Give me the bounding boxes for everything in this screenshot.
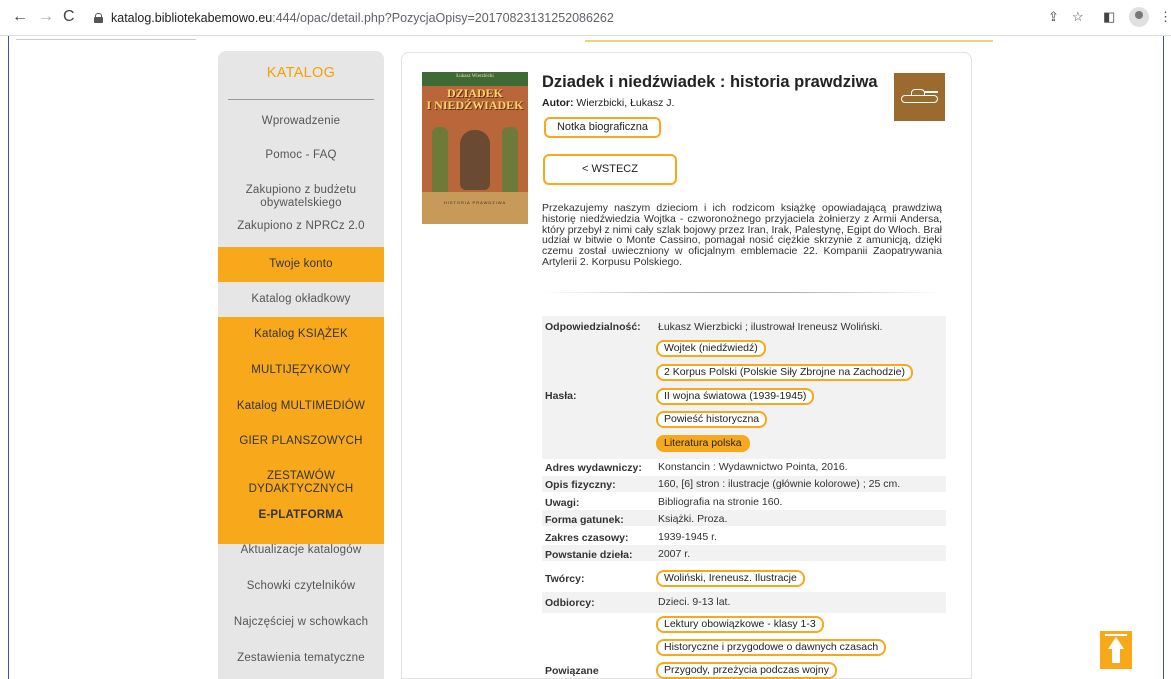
related-tag[interactable]: Przygody, przeżycia podczas wojny: [656, 662, 837, 679]
book-cover-image[interactable]: Łukasz Wierzbicki DZIADEK I NIEDŹWIADEK …: [422, 72, 528, 224]
sidebar-item-budzet[interactable]: Zakupiono z budżetu obywatelskiego: [218, 184, 384, 210]
share-icon[interactable]: ⇪: [1048, 9, 1059, 25]
book-author: Autor: Wierzbicki, Łukasz J.: [542, 97, 674, 109]
back-arrow-icon[interactable]: ←: [12, 9, 28, 25]
row-bg: [542, 592, 946, 613]
publisher-value: Konstancin : Wydawnictwo Pointa, 2016.: [658, 461, 848, 473]
sidebar-item-updates[interactable]: Aktualizacje katalogów: [218, 544, 384, 557]
subject-tag[interactable]: II wojna światowa (1939-1945): [656, 388, 815, 405]
sidebar-item-eplatform[interactable]: E-PLATFORMA: [218, 509, 384, 522]
lock-icon: [94, 12, 103, 23]
notes-value: Bibliografia na stronie 160.: [658, 496, 783, 508]
created-value: 2007 r.: [658, 548, 691, 560]
sidebar-item-account[interactable]: Twoje konto: [218, 247, 384, 282]
url-domain: katalog.bibliotekabemowo.eu: [111, 10, 273, 25]
creators-label: Twórcy:: [545, 573, 585, 585]
sidebar-item-covers[interactable]: Katalog okładkowy: [218, 293, 384, 306]
cover-author: Łukasz Wierzbicki: [456, 74, 494, 79]
related-tag[interactable]: Historyczne i przygodowe o dawnych czasa…: [656, 639, 887, 656]
cover-illustration: [422, 192, 528, 224]
divider: [228, 99, 374, 100]
sidebar-item-multimedia[interactable]: Katalog MULTIMEDIÓW: [218, 400, 384, 413]
cover-illustration: [432, 127, 448, 202]
tank-body: [901, 95, 938, 103]
timespan-value: 1939-1945 r.: [658, 531, 717, 543]
publisher-label: Adres wydawniczy:: [545, 462, 642, 474]
book-description: Przekazujemy naszym dzieciom i ich rodzi…: [542, 202, 942, 268]
sidebar-item-topic-lists[interactable]: Zestawienia tematyczne: [218, 652, 384, 665]
related-tag[interactable]: Lektury obowiązkowe - klasy 1-3: [656, 616, 824, 633]
tank-icon: [894, 73, 945, 121]
forward-arrow-icon[interactable]: →: [38, 9, 54, 25]
catalog-sidebar: KATALOG Wprowadzenie Pomoc - FAQ Zakupio…: [218, 51, 384, 679]
genre-value: Książki. Proza.: [658, 513, 728, 525]
sidebar-orange-group: Katalog KSIĄŻEK MULTIJĘZYKOWY Katalog MU…: [218, 317, 384, 544]
reload-icon[interactable]: C: [63, 9, 75, 25]
sidebar-item-most-shelved[interactable]: Najczęściej w schowkach: [218, 616, 384, 629]
divider: [585, 40, 993, 42]
sidebar-item-reader-shelves[interactable]: Schowki czytelników: [218, 580, 384, 593]
timespan-label: Zakres czasowy:: [545, 532, 629, 544]
physical-value: 160, [6] stron : ilustracje (głównie kol…: [658, 478, 901, 490]
book-title: Dziadek i niedźwiadek : historia prawdzi…: [542, 73, 878, 91]
sidebar-item-label: Twoje konto: [269, 258, 333, 270]
sidebar-item-wprowadzenie[interactable]: Wprowadzenie: [218, 115, 384, 128]
subject-tag[interactable]: Wojtek (niedźwiedź): [656, 340, 766, 357]
arrow-up-stem: [1112, 649, 1120, 663]
author-name[interactable]: Wierzbicki, Łukasz J.: [576, 97, 674, 109]
created-label: Powstanie dzieła:: [545, 549, 633, 561]
frame-border-left: [8, 36, 9, 679]
menu-icon[interactable]: ⋮: [1159, 9, 1171, 25]
audience-label: Odbiorcy:: [545, 597, 595, 609]
browser-toolbar: ← → C katalog.bibliotekabemowo.eu:444/op…: [0, 0, 1171, 36]
bear-illustration: [460, 130, 490, 190]
creator-tag[interactable]: Woliński, Ireneusz. Ilustracje: [656, 570, 805, 587]
sidebar-item-didactic[interactable]: ZESTAWÓW DYDAKTYCZNYCH: [218, 470, 384, 496]
star-icon[interactable]: ☆: [1072, 9, 1084, 25]
author-label: Autor:: [542, 97, 574, 109]
sidebar-item-board-games[interactable]: GIER PLANSZOWYCH: [218, 435, 384, 448]
scroll-to-top-button[interactable]: [1100, 631, 1132, 669]
scroll-top-bar: [1105, 634, 1127, 636]
subject-tag-active[interactable]: Literatura polska: [656, 435, 750, 452]
tank-gun: [924, 91, 938, 93]
subject-tag[interactable]: Powieść historyczna: [656, 411, 768, 428]
arrow-up-icon: [1108, 637, 1124, 649]
related-label: Powiązane: [545, 665, 599, 677]
url-path: :444/opac/detail.php?PozycjaOpisy=201708…: [272, 10, 614, 25]
divider: [542, 292, 942, 293]
bio-note-button[interactable]: Notka biograficzna: [544, 117, 661, 138]
sidebar-item-books[interactable]: Katalog KSIĄŻEK: [218, 328, 384, 341]
sidebar-title: KATALOG: [266, 65, 336, 81]
subjects-label: Hasła:: [545, 390, 577, 402]
sidebar-item-multilingual[interactable]: MULTIJĘZYKOWY: [218, 364, 384, 377]
side-panel-icon[interactable]: ◧: [1103, 9, 1115, 25]
divider: [16, 39, 196, 40]
cover-subtitle: HISTORIA PRAWDZIWA: [443, 200, 507, 205]
audience-value: Dzieci. 9-13 lat.: [658, 596, 731, 608]
frame-border-right: [1163, 36, 1164, 679]
sidebar-item-faq[interactable]: Pomoc - FAQ: [218, 149, 384, 162]
cover-illustration: [502, 127, 518, 202]
address-bar[interactable]: katalog.bibliotekabemowo.eu:444/opac/det…: [94, 6, 614, 29]
subject-tag[interactable]: 2 Korpus Polski (Polskie Siły Zbrojne na…: [656, 364, 914, 381]
responsibility-value: Łukasz Wierzbicki ; ilustrował Ireneusz …: [658, 321, 883, 333]
physical-label: Opis fizyczny:: [545, 479, 616, 491]
notes-label: Uwagi:: [545, 497, 580, 509]
sidebar-item-nprcz[interactable]: Zakupiono z NPRCz 2.0: [218, 220, 384, 233]
back-button[interactable]: < WSTECZ: [543, 154, 677, 185]
profile-avatar[interactable]: [1129, 7, 1149, 27]
genre-label: Forma gatunek:: [545, 514, 624, 526]
cover-title-line2: I NIEDŹWIADEK: [426, 98, 524, 112]
responsibility-label: Odpowiedzialność:: [545, 321, 641, 333]
